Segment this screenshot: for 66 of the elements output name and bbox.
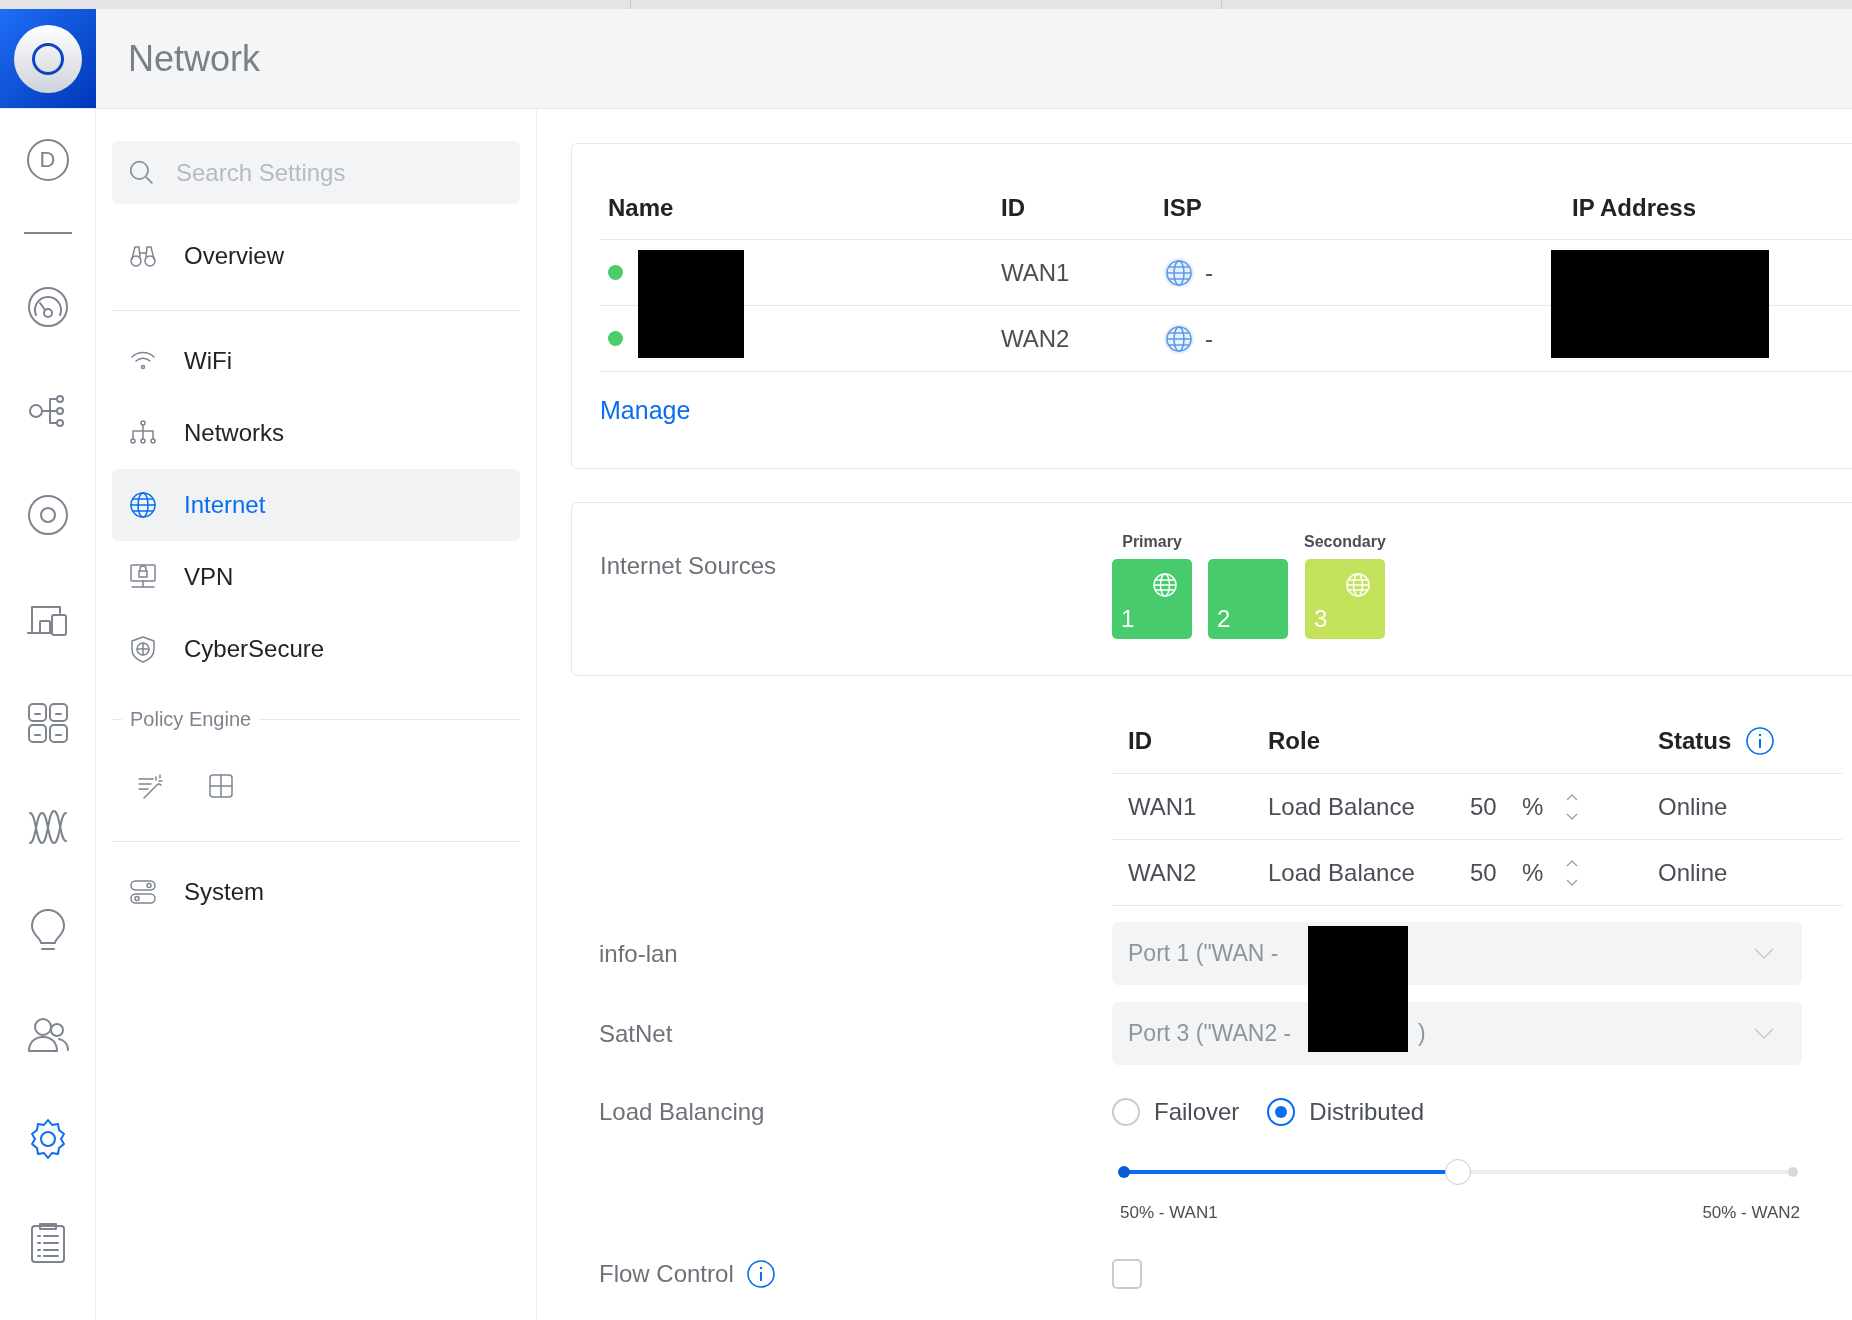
field-label: Internet Sources <box>600 552 778 581</box>
table-cell-text: Load Balance <box>1267 792 1416 821</box>
sidebar-item[interactable]: CyberSecure <box>112 613 520 685</box>
field-label: Load Balancing <box>599 1098 766 1126</box>
sidebar-item[interactable]: Overview <box>112 224 520 288</box>
avatar[interactable]: D <box>26 139 69 181</box>
radio-option[interactable]: Failover <box>1112 1098 1240 1126</box>
gauge-icon[interactable] <box>25 285 70 329</box>
disc-icon[interactable] <box>25 493 70 537</box>
unit-label: % <box>1522 858 1544 887</box>
shield-icon <box>128 634 158 664</box>
table-cell-text: WAN2 <box>1127 858 1198 887</box>
grid-icon[interactable] <box>25 701 70 745</box>
chevron-icon <box>1754 1027 1774 1040</box>
table-cell-text: Online <box>1657 792 1729 821</box>
field-label: SatNet <box>599 1019 674 1048</box>
slider-label: 50% - WAN2 <box>1702 1203 1800 1223</box>
slider-label: 50% - WAN1 <box>1120 1203 1218 1223</box>
weight-value[interactable]: 50 <box>1470 858 1500 887</box>
manage-link[interactable]: Manage <box>600 396 1852 425</box>
table-cell-text: WAN2 <box>1000 324 1071 353</box>
checkbox[interactable] <box>1112 1259 1142 1289</box>
radio-button[interactable] <box>1267 1098 1296 1126</box>
logo-icon[interactable] <box>0 9 96 108</box>
sidebar-item[interactable]: VPN <box>112 541 520 613</box>
tile-caption: Secondary <box>1304 533 1386 550</box>
radio-button[interactable] <box>1112 1098 1140 1126</box>
app-title: Network <box>128 37 261 80</box>
globe-icon <box>1163 256 1195 289</box>
search-field[interactable]: Search Settings <box>112 141 520 204</box>
field-label: Flow Control <box>599 1260 734 1288</box>
column-header: Name <box>607 193 675 222</box>
table-cell-text: WAN1 <box>1000 258 1071 287</box>
column-header: Status <box>1658 726 1732 755</box>
unit-label: % <box>1522 792 1544 821</box>
field-label: info-lan <box>599 939 679 968</box>
column-header: ISP <box>1162 193 1203 222</box>
info-icon[interactable] <box>745 1259 776 1289</box>
sidebar-item[interactable]: Internet <box>112 469 520 541</box>
table-cell-text: Load Balance <box>1267 858 1416 887</box>
column-header: ID <box>1127 726 1153 755</box>
sidebar-item[interactable]: WiFi <box>112 325 520 397</box>
radio-option[interactable]: Distributed <box>1267 1098 1425 1126</box>
section-title: Policy Engine <box>130 707 252 731</box>
column-header: Role <box>1267 726 1321 755</box>
table-cell-text: WAN1 <box>1127 792 1198 821</box>
chevron-icon <box>1754 947 1774 960</box>
sidebar-item[interactable]: Networks <box>112 397 520 469</box>
column-header: ID <box>1000 193 1026 222</box>
weight-value[interactable]: 50 <box>1470 792 1500 821</box>
slider-thumb[interactable] <box>1445 1159 1471 1185</box>
tile-caption: Primary <box>1122 533 1182 550</box>
sidebar-item[interactable]: System <box>112 856 520 928</box>
wand-icon[interactable] <box>136 771 166 801</box>
info-icon[interactable] <box>1745 725 1776 756</box>
table-cell: - <box>1205 324 1213 353</box>
search-icon <box>128 159 154 185</box>
toggles-icon <box>128 877 158 907</box>
slider-end-dot <box>1788 1167 1798 1177</box>
globe-icon <box>1163 322 1195 355</box>
slider-start-dot <box>1118 1166 1130 1178</box>
table-cell-text: Online <box>1657 858 1729 887</box>
column-header: IP Address <box>1571 193 1698 222</box>
table-cell: - <box>1205 258 1213 287</box>
grid-icon[interactable] <box>206 771 236 801</box>
globe-icon <box>128 490 158 520</box>
